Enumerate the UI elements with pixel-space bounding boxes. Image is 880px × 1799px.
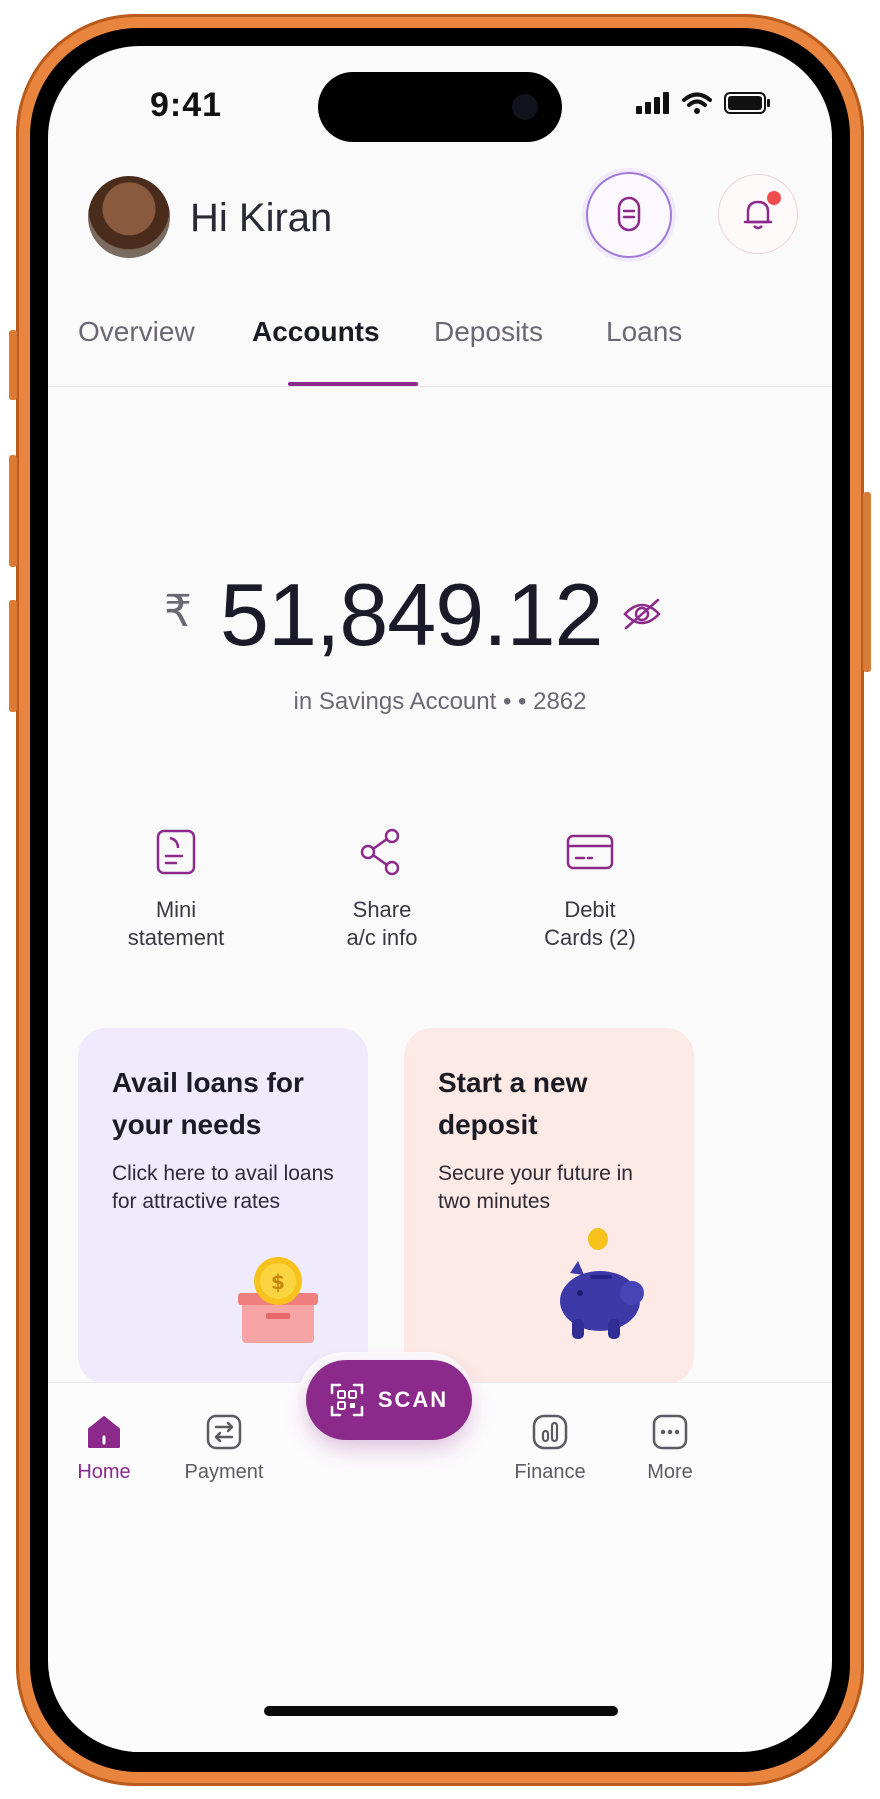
action-label-line2: a/c info (346, 925, 418, 950)
action-label-line1: Debit (564, 897, 616, 922)
avail-loans-card[interactable]: Avail loans for your needs Click here to… (78, 1028, 368, 1384)
notification-dot (767, 191, 781, 205)
status-icons (636, 92, 772, 114)
home-indicator (264, 1706, 618, 1716)
nav-label-more: More (647, 1461, 693, 1483)
loan-card-description: Click here to avail loans for attractive… (112, 1162, 334, 1213)
nav-label-finance: Finance (514, 1461, 586, 1483)
nav-more[interactable]: More (620, 1413, 720, 1484)
eye-off-icon (623, 598, 661, 630)
microphone-icon (617, 196, 641, 232)
action-label-line2: Cards (2) (544, 925, 636, 950)
deposit-card-description: Secure your future in two minutes (438, 1162, 633, 1213)
debit-cards-button[interactable]: Debit Cards (2) (510, 826, 670, 952)
tab-deposits[interactable]: Deposits (434, 316, 543, 348)
document-icon (150, 826, 202, 878)
action-label-line1: Mini (155, 897, 197, 922)
card-icon (564, 826, 616, 878)
home-icon (85, 1413, 123, 1451)
app-screen: 9:41 Hi Kiran Overview Accounts Deposits… (48, 46, 832, 1752)
nav-label-home: Home (77, 1461, 131, 1483)
tab-bar: Overview Accounts Deposits Loans (48, 306, 832, 387)
new-deposit-card[interactable]: Start a new deposit Secure your future i… (404, 1028, 694, 1384)
status-time: 9:41 (150, 86, 223, 124)
tab-loans[interactable]: Loans (606, 316, 682, 348)
scan-label: SCAN (377, 1387, 449, 1412)
volume-up-button (9, 455, 17, 567)
nav-payment[interactable]: Payment (174, 1413, 274, 1484)
balance-amount: 51,849.12 (220, 565, 603, 664)
mini-statement-button[interactable]: Mini statement (96, 826, 256, 952)
tab-overview[interactable]: Overview (78, 316, 195, 348)
signal-icon (636, 92, 669, 114)
volume-down-button (9, 600, 17, 712)
wifi-icon (682, 92, 712, 114)
share-account-info-button[interactable]: Share a/c info (302, 826, 462, 952)
action-button (9, 330, 17, 400)
share-icon (356, 826, 408, 878)
account-info: in Savings Account • • 2862 (293, 688, 587, 715)
camera-icon (512, 94, 538, 120)
greeting: Hi Kiran (190, 196, 333, 240)
active-tab-indicator (288, 382, 418, 386)
battery-icon (724, 92, 770, 114)
scan-button[interactable]: SCAN (306, 1360, 472, 1440)
hide-balance-button[interactable] (622, 598, 662, 635)
notifications-button[interactable] (718, 174, 798, 254)
nav-home[interactable]: Home (54, 1413, 154, 1484)
tab-accounts[interactable]: Accounts (252, 316, 380, 348)
coin-box-illustration: $ (236, 1253, 320, 1350)
deposit-card-title: Start a new deposit (438, 1067, 588, 1140)
loan-card-title: Avail loans for your needs (112, 1067, 304, 1140)
action-label-line1: Share (352, 897, 412, 922)
chart-icon (531, 1413, 569, 1451)
nav-finance[interactable]: Finance (500, 1413, 600, 1484)
avatar[interactable] (88, 176, 170, 258)
currency-symbol: ₹ (164, 587, 192, 636)
qr-scan-icon (330, 1383, 364, 1417)
voice-assistant-button[interactable] (586, 172, 672, 258)
power-button (863, 492, 871, 672)
nav-label-payment: Payment (184, 1461, 264, 1483)
action-label-line2: statement (127, 925, 225, 950)
transfer-icon (205, 1413, 243, 1451)
piggy-bank-illustration (550, 1227, 646, 1350)
dynamic-island (318, 72, 562, 142)
more-icon (651, 1413, 689, 1451)
svg-text:$: $ (271, 1270, 285, 1294)
